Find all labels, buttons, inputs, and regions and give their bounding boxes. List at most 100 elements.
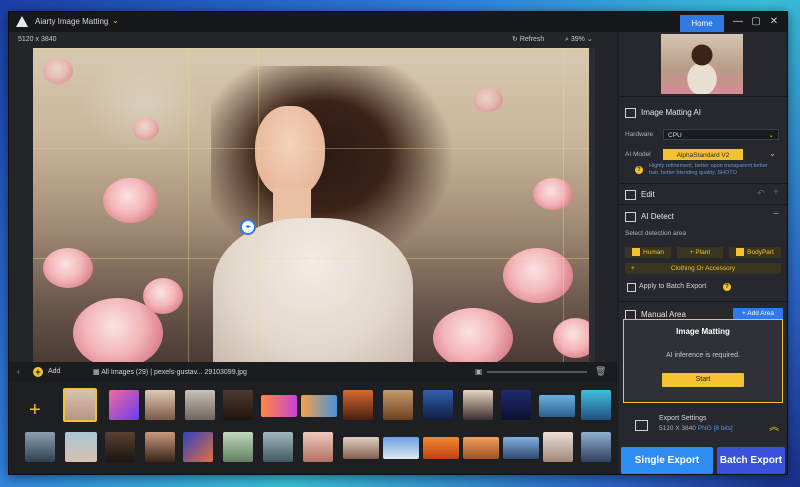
expand-plus-icon[interactable]: + [773,187,779,198]
undo-icon[interactable]: ↶ [757,188,765,199]
thumbnail[interactable] [109,390,139,420]
zoom-level: 39% [570,36,585,43]
flower-decor [43,58,73,84]
thumbnail[interactable] [539,395,575,417]
export-settings-title[interactable]: Export Settings [659,415,706,422]
divider [619,183,787,184]
section-edit[interactable]: Edit [641,190,655,199]
single-export-button[interactable]: Single Export [621,447,713,474]
refresh-button[interactable]: ↻ Refresh [512,35,544,43]
workspace: 5120 x 3840 ↻ Refresh ⌕ 39% ⌄ ◂▸ ‹ + Add… [9,32,617,474]
section-image-matting-ai: Image Matting AI [641,108,702,117]
flower-decor [103,178,158,223]
title-bar: Aiarty Image Matting ⌄ Home — ▢ ✕ [9,12,787,32]
edit-icon [625,190,636,200]
add-images-button[interactable]: Add [48,368,60,375]
thumbnail[interactable] [423,437,459,459]
refresh-icon: ↻ [512,36,520,43]
thumbnail[interactable] [25,432,55,462]
collapse-icon[interactable]: ‹ [17,367,20,376]
chip-human[interactable]: Human [625,247,671,258]
right-panel: Image Matting AI Hardware CPU ⌄ AI Model… [619,32,787,474]
guide-line [563,48,564,362]
thumbnail[interactable] [423,390,453,420]
apply-batch-checkbox[interactable] [627,283,636,292]
thumbnail[interactable] [183,432,213,462]
chip-bodypart[interactable]: BodyPart [729,247,781,258]
add-area-button[interactable]: + Add Area [733,308,783,319]
thumbnail[interactable] [501,390,531,420]
flower-decor [133,118,159,140]
hardware-select[interactable]: CPU ⌄ [663,129,779,140]
thumbnail[interactable] [463,390,493,420]
thumbnail-grid: + [9,382,617,474]
flower-decor [473,88,503,112]
flower-decor [433,308,513,362]
thumbnail[interactable] [303,432,333,462]
home-tab[interactable]: Home [680,15,724,32]
chip-clothing[interactable]: + Clothing Or Accessory [625,263,781,274]
image-matting-card: Image Matting AI inference is required. … [623,319,783,403]
guide-line [188,48,189,362]
thumbnail[interactable] [145,432,175,462]
batch-export-button[interactable]: Batch Export [717,447,785,474]
thumbnail[interactable] [65,432,97,462]
chevron-up-icon[interactable]: ︽ [769,418,779,433]
chip-plant[interactable]: + Plant [677,247,723,258]
section-ai-detect[interactable]: AI Detect [641,212,674,221]
thumbnail[interactable] [343,437,379,459]
image-canvas[interactable]: ◂▸ [33,48,589,362]
filmstrip-toolbar: ‹ + Add ▦ All Images (29) | pexels-gusta… [9,362,617,382]
thumbnail[interactable] [343,390,373,420]
add-icon[interactable]: + [33,367,43,377]
thumbnail[interactable] [543,432,573,462]
image-list-info: ▦ All Images (29) | pexels-gustav... 291… [93,368,247,376]
chevron-down-icon[interactable]: ⌄ [112,16,119,25]
thumbnail-selected[interactable] [63,388,97,422]
hardware-value: CPU [668,132,682,139]
add-image-icon[interactable]: + [29,400,41,420]
thumbnail[interactable] [301,395,337,417]
help-icon[interactable]: ? [635,166,643,174]
thumbnail[interactable] [383,390,413,420]
thumbnail[interactable] [463,437,499,459]
thumbnail[interactable] [261,395,297,417]
thumbnail[interactable] [383,437,419,459]
zoom-control[interactable]: ⌕ 39% ⌄ [565,35,593,44]
model-description: Highly refinement, better upon transpare… [649,163,768,176]
help-icon[interactable]: ? [723,283,731,291]
thumbnail-size-slider[interactable] [487,371,587,373]
compare-slider-handle[interactable]: ◂▸ [240,219,256,235]
thumbnail[interactable] [263,432,293,462]
chip-clothing-label: Clothing Or Accessory [670,265,736,272]
collapse-minus-icon[interactable]: − [773,209,779,220]
ai-model-select[interactable]: AlphaStandard V2 [663,149,743,160]
trash-icon[interactable]: 🗑 [595,366,606,377]
path-separator: | [150,369,153,376]
start-button[interactable]: Start [662,373,744,387]
chip-human-label: Human [643,249,664,256]
chevron-down-icon[interactable]: ⌄ [769,149,776,158]
guide-line [33,148,589,149]
image-dimensions: 5120 x 3840 [18,36,57,43]
section-manual-area: Manual Area [641,310,686,319]
minimize-button[interactable]: — [729,15,747,29]
thumbnail[interactable] [581,432,611,462]
divider [619,204,787,205]
maximize-button[interactable]: ▢ [747,15,765,29]
export-resolution: 5120 X 3840 [659,425,696,432]
thumbnail[interactable] [581,390,611,420]
thumbnail[interactable] [145,390,175,420]
thumbnail[interactable] [223,432,253,462]
chevron-down-icon: ⌄ [768,132,774,139]
all-images-count[interactable]: All Images (29) [101,369,148,376]
thumbnail[interactable] [105,432,135,462]
canvas-scrollbar[interactable] [589,48,595,362]
image-preview [661,34,743,94]
close-button[interactable]: ✕ [765,15,783,29]
subject-dress [213,218,413,362]
thumbnail[interactable] [223,390,253,420]
thumbnail[interactable] [185,390,215,420]
app-logo-icon [16,16,28,27]
thumbnail[interactable] [503,437,539,459]
